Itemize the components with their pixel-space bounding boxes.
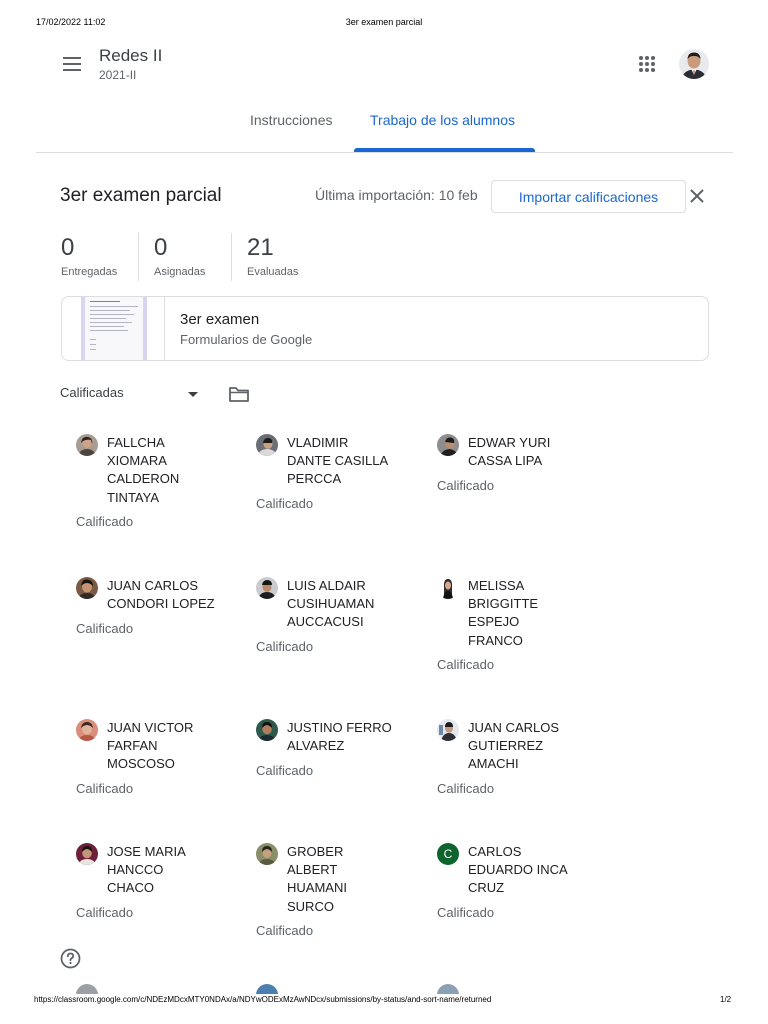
student-name: GROBER ALBERT HUAMANI SURCO	[287, 844, 347, 914]
student-name: JUAN CARLOS CONDORI LOPEZ	[107, 578, 215, 612]
student-name: CARLOS EDUARDO INCA CRUZ	[468, 844, 568, 896]
student-name: FALLCHA XIOMARA CALDERON TINTAYA	[107, 435, 180, 505]
course-title[interactable]: Redes II	[99, 46, 162, 66]
student-status: Calificado	[256, 639, 314, 654]
student-status: Calificado	[437, 781, 495, 796]
student-status: Calificado	[76, 781, 134, 796]
attachment-subtitle: Formularios de Google	[180, 332, 313, 347]
stat-assigned-label: Asignadas	[154, 266, 206, 278]
student-name: JUAN CARLOS GUTIERREZ AMACHI	[468, 720, 560, 772]
student-status: Calificado	[256, 923, 314, 938]
status-filter-label: Calificadas	[60, 385, 124, 400]
student-avatar	[76, 434, 98, 456]
help-circle-icon[interactable]	[60, 948, 81, 969]
student-name: MELISSA BRIGGITTE ESPEJO FRANCO	[468, 578, 539, 648]
stat-turned-in-label: Entregadas	[61, 266, 118, 278]
dropdown-arrow-icon	[188, 392, 198, 397]
google-apps-grid-icon[interactable]	[636, 53, 658, 75]
student-avatar	[256, 719, 278, 741]
student-avatar	[76, 577, 98, 599]
student-name: VLADIMIR DANTE CASILLA PERCCA	[287, 435, 389, 487]
student-avatar-partial	[256, 984, 278, 994]
stat-graded-label: Evaluadas	[247, 266, 299, 278]
student-status: Calificado	[76, 905, 134, 920]
stat-graded-value: 21	[247, 234, 274, 261]
student-avatar	[256, 577, 278, 599]
stat-assigned-value: 0	[154, 234, 168, 261]
print-url: https://classroom.google.com/c/NDEzMDcxM…	[34, 995, 492, 1004]
hamburger-menu-icon[interactable]	[58, 50, 86, 78]
stat-assigned: 0 Asignadas	[154, 233, 205, 281]
student-name: LUIS ALDAIR CUSIHUAMAN AUCCACUSI	[287, 578, 375, 630]
stat-divider	[138, 233, 139, 281]
form-thumbnail	[62, 297, 165, 360]
status-filter-dropdown[interactable]: Calificadas	[60, 385, 202, 403]
import-grades-button[interactable]: Importar calificaciones	[491, 180, 686, 213]
student-status: Calificado	[76, 514, 134, 529]
student-avatar	[437, 434, 459, 456]
student-name: JUAN VICTOR FARFAN MOSCOSO	[107, 720, 194, 772]
student-avatar	[437, 577, 459, 599]
student-avatar	[76, 843, 98, 865]
student-avatar	[437, 719, 459, 741]
student-name: JOSE MARIA HANCCO CHACO	[107, 844, 186, 896]
student-status: Calificado	[437, 657, 495, 672]
print-header: 17/02/2022 11:02 3er examen parcial	[0, 17, 768, 31]
attachment-title: 3er examen	[180, 311, 260, 328]
student-avatar-partial	[437, 984, 459, 994]
tabs-divider	[36, 152, 733, 153]
stat-turned-in: 0 Entregadas	[61, 233, 117, 281]
student-status: Calificado	[437, 905, 495, 920]
account-avatar[interactable]	[679, 49, 709, 79]
student-avatar-partial	[76, 984, 98, 994]
stat-turned-in-value: 0	[61, 234, 75, 261]
tab-student-work[interactable]: Trabajo de los alumnos	[370, 112, 515, 128]
student-initial-avatar: C	[437, 843, 459, 865]
assignment-title: 3er examen parcial	[60, 185, 222, 206]
student-status: Calificado	[256, 763, 314, 778]
stat-graded: 21 Evaluadas	[247, 233, 298, 281]
folder-icon[interactable]	[228, 384, 250, 404]
close-icon[interactable]	[687, 186, 707, 206]
student-avatar	[256, 434, 278, 456]
student-status: Calificado	[256, 496, 314, 511]
student-avatar	[76, 719, 98, 741]
tab-instructions[interactable]: Instrucciones	[250, 112, 332, 128]
student-name: JUSTINO FERRO ALVAREZ	[287, 720, 392, 754]
print-footer: https://classroom.google.com/c/NDEzMDcxM…	[0, 994, 768, 1008]
print-title: 3er examen parcial	[345, 17, 423, 27]
student-name: EDWAR YURI CASSA LIPA	[468, 435, 551, 469]
student-status: Calificado	[437, 478, 495, 493]
student-status: Calificado	[76, 621, 134, 636]
print-page-number: 1/2	[720, 995, 732, 1004]
stat-divider	[231, 233, 232, 281]
course-subtitle: 2021-II	[99, 68, 137, 82]
student-avatar	[256, 843, 278, 865]
last-import-text: Última importación: 10 feb	[315, 187, 478, 203]
attachment-card[interactable]: 3er examen Formularios de Google	[61, 296, 709, 361]
